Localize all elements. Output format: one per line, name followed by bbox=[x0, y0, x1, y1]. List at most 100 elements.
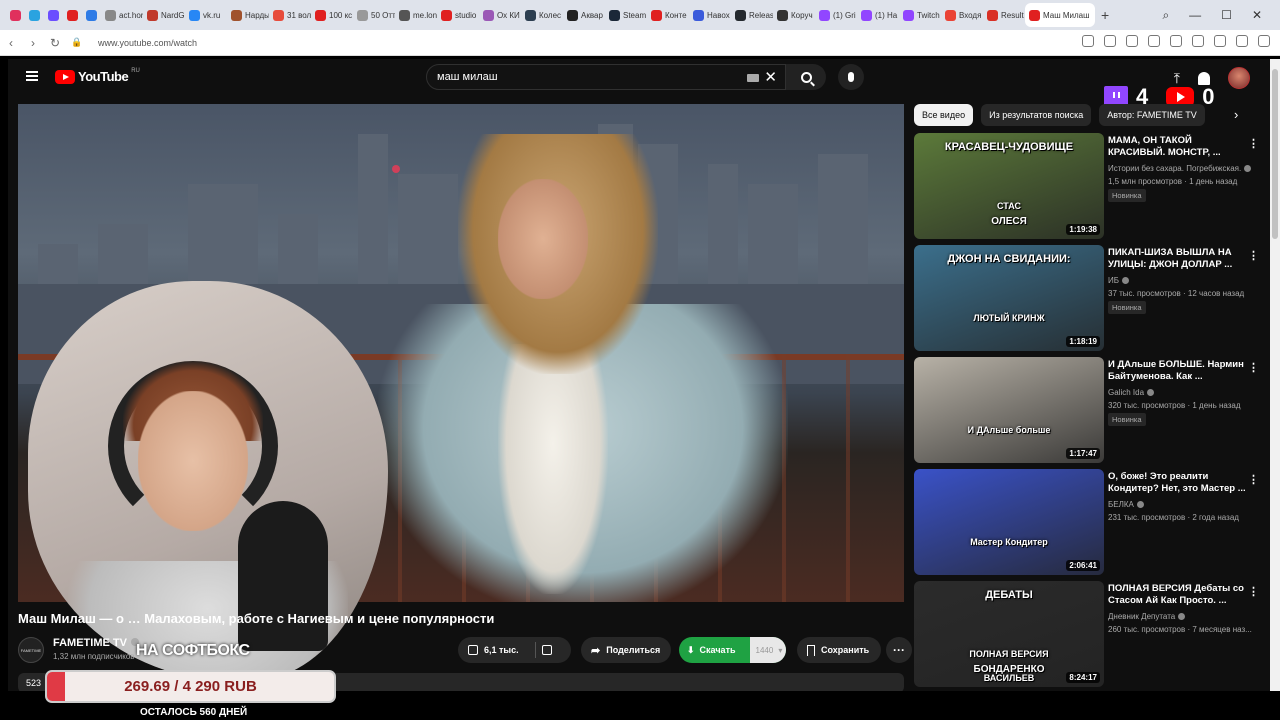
more-actions-button[interactable]: ··· bbox=[886, 637, 912, 663]
channel-avatar[interactable]: FAMETIME bbox=[18, 637, 44, 663]
download-button[interactable]: ⬇ Скачать 1440 ▾ bbox=[679, 637, 786, 663]
browser-tab[interactable]: 50 Отт bbox=[353, 3, 395, 27]
video-thumbnail[interactable]: Мастер Кондитер 2:06:41 bbox=[914, 469, 1104, 575]
browser-tab[interactable]: Навох bbox=[689, 3, 731, 27]
recommendation-title[interactable]: ПОЛНАЯ ВЕРСИЯ Дебаты со Стасом Ай Как Пр… bbox=[1108, 583, 1248, 607]
browser-tab[interactable]: NardG bbox=[143, 3, 185, 27]
browser-tab[interactable]: act.hor bbox=[101, 3, 143, 27]
browser-tab[interactable]: Колес bbox=[521, 3, 563, 27]
dislike-icon[interactable] bbox=[541, 645, 552, 655]
browser-tab[interactable]: Входя bbox=[941, 3, 983, 27]
minimize-button[interactable]: — bbox=[1189, 8, 1201, 22]
voice-search-button[interactable] bbox=[838, 64, 864, 90]
extension-icon[interactable] bbox=[1258, 35, 1270, 47]
recommendation-title[interactable]: МАМА, ОН ТАКОЙ КРАСИВЫЙ. МОНСТР, ... bbox=[1108, 135, 1248, 159]
browser-tab[interactable] bbox=[44, 3, 63, 27]
recommendation-item[interactable]: И ДАльше больше 1:17:47 И ДАльше БОЛЬШЕ.… bbox=[914, 357, 1264, 469]
recommendation-item[interactable]: Мастер Кондитер 2:06:41 О, боже! Это реа… bbox=[914, 469, 1264, 581]
search-button[interactable] bbox=[786, 64, 826, 90]
recommendation-channel[interactable]: ИБ bbox=[1108, 276, 1129, 285]
keyboard-icon[interactable] bbox=[747, 74, 759, 82]
extension-icon[interactable] bbox=[1082, 35, 1094, 47]
reload-button[interactable]: ↻ bbox=[44, 36, 66, 50]
recommendation-item[interactable]: КРАСАВЕЦ-ЧУДОВИЩЕ СТАС ОЛЕСЯ 1:19:38 МАМА… bbox=[914, 133, 1264, 245]
youtube-logo[interactable]: YouTube RU bbox=[55, 68, 140, 84]
recommendation-item[interactable]: ДЕБАТЫ ПОЛНАЯ ВЕРСИЯ БОНДАРЕНКО ВАСИЛЬЕВ 8… bbox=[914, 581, 1264, 691]
browser-tab[interactable]: (1) Gri bbox=[815, 3, 857, 27]
browser-tab[interactable]: Result bbox=[983, 3, 1025, 27]
extension-icon[interactable] bbox=[1214, 35, 1226, 47]
kebab-menu-icon[interactable]: ⋮ bbox=[1248, 585, 1259, 598]
filter-chip[interactable]: Все видео bbox=[914, 104, 974, 126]
filter-chip[interactable]: Из результатов поиска bbox=[981, 104, 1092, 126]
kebab-menu-icon[interactable]: ⋮ bbox=[1248, 137, 1259, 150]
video-thumbnail[interactable]: ДЕБАТЫ ПОЛНАЯ ВЕРСИЯ БОНДАРЕНКО ВАСИЛЬЕВ 8… bbox=[914, 581, 1104, 687]
browser-tab[interactable] bbox=[82, 3, 101, 27]
browser-tab[interactable]: Twitch bbox=[899, 3, 941, 27]
browser-tab[interactable]: Нарды bbox=[227, 3, 269, 27]
download-action[interactable]: ⬇ Скачать bbox=[679, 637, 744, 663]
extension-icon[interactable] bbox=[1192, 35, 1204, 47]
browser-tab[interactable]: 100 кс bbox=[311, 3, 353, 27]
browser-tab[interactable] bbox=[63, 3, 82, 27]
extension-icon[interactable] bbox=[1104, 35, 1116, 47]
recommendation-title[interactable]: И ДАльше БОЛЬШЕ. Нармин Байтуменова. Как… bbox=[1108, 359, 1248, 383]
browser-tab[interactable]: vk.ru bbox=[185, 3, 227, 27]
chips-next-icon[interactable]: › bbox=[1234, 107, 1238, 122]
save-button[interactable]: Сохранить bbox=[797, 637, 881, 663]
new-tab-button[interactable]: + bbox=[1095, 7, 1115, 23]
account-avatar[interactable] bbox=[1228, 67, 1250, 89]
browser-tab[interactable]: me.lon bbox=[395, 3, 437, 27]
extension-icon[interactable] bbox=[1126, 35, 1138, 47]
browser-tab[interactable]: Ох КИ bbox=[479, 3, 521, 27]
browser-tab[interactable] bbox=[25, 3, 44, 27]
close-window-button[interactable]: ✕ bbox=[1252, 8, 1262, 22]
browser-tab[interactable]: (1) На bbox=[857, 3, 899, 27]
browser-tab[interactable]: 31 вол bbox=[269, 3, 311, 27]
tab-active[interactable]: Маш Милаш bbox=[1025, 3, 1095, 27]
like-icon[interactable] bbox=[468, 645, 478, 655]
recommendation-channel[interactable]: Истории без сахара. Погребижская. bbox=[1108, 164, 1252, 173]
browser-tab[interactable]: Коруч bbox=[773, 3, 815, 27]
kebab-menu-icon[interactable]: ⋮ bbox=[1248, 361, 1259, 374]
extension-icon[interactable] bbox=[1148, 35, 1160, 47]
recommendation-channel[interactable]: Дневник Депутата bbox=[1108, 612, 1186, 621]
extension-icon[interactable] bbox=[1236, 35, 1248, 47]
video-duration: 2:06:41 bbox=[1066, 560, 1100, 571]
tab-search-icon[interactable]: ⌕ bbox=[1162, 8, 1169, 23]
video-thumbnail[interactable]: И ДАльше больше 1:17:47 bbox=[914, 357, 1104, 463]
browser-tab[interactable]: Releas bbox=[731, 3, 773, 27]
recommendation-channel[interactable]: БЕЛКА bbox=[1108, 500, 1144, 509]
kebab-menu-icon[interactable]: ⋮ bbox=[1248, 473, 1259, 486]
browser-tab[interactable]: Steam bbox=[605, 3, 647, 27]
extension-icon[interactable] bbox=[1170, 35, 1182, 47]
browser-tab[interactable] bbox=[6, 3, 25, 27]
clear-search-icon[interactable]: ✕ bbox=[764, 68, 777, 86]
video-thumbnail[interactable]: КРАСАВЕЦ-ЧУДОВИЩЕ СТАС ОЛЕСЯ 1:19:38 bbox=[914, 133, 1104, 239]
page-scrollbar[interactable] bbox=[1270, 59, 1280, 691]
browser-tab[interactable]: Аквар bbox=[563, 3, 605, 27]
youtube-logo-text: YouTube bbox=[78, 69, 129, 84]
browser-tab[interactable]: studio bbox=[437, 3, 479, 27]
filter-chip[interactable]: Автор: FAMETIME TV bbox=[1099, 104, 1205, 126]
share-button[interactable]: ➦ Поделиться bbox=[581, 637, 671, 663]
recommendation-channel[interactable]: Galich Ida bbox=[1108, 388, 1155, 397]
menu-icon[interactable] bbox=[26, 71, 38, 81]
recommendation-title[interactable]: ПИКАП-ШИЗА ВЫШЛА НА УЛИЦЫ: ДЖОН ДОЛЛАР .… bbox=[1108, 247, 1248, 271]
url-field[interactable]: www.youtube.com/watch bbox=[98, 38, 197, 48]
kebab-menu-icon[interactable]: ⋮ bbox=[1248, 249, 1259, 262]
scrollbar-thumb[interactable] bbox=[1272, 69, 1278, 239]
tab-label: Входя bbox=[959, 10, 982, 20]
search-input[interactable]: маш милаш ✕ bbox=[426, 64, 786, 90]
browser-tab[interactable]: Конте bbox=[647, 3, 689, 27]
like-count[interactable]: 6,1 тыс. bbox=[484, 645, 519, 655]
channel-name[interactable]: FAMETIME TV bbox=[53, 637, 139, 649]
video-thumbnail[interactable]: ДЖОН НА СВИДАНИИ: ЛЮТЫЙ КРИНЖ 1:18:19 bbox=[914, 245, 1104, 351]
forward-button[interactable]: › bbox=[22, 36, 44, 50]
recommendation-item[interactable]: ДЖОН НА СВИДАНИИ: ЛЮТЫЙ КРИНЖ 1:18:19 ПИ… bbox=[914, 245, 1264, 357]
bell-icon[interactable] bbox=[1198, 71, 1210, 85]
maximize-button[interactable]: ☐ bbox=[1221, 8, 1232, 22]
recommendation-title[interactable]: О, боже! Это реалити Кондитер? Нет, это … bbox=[1108, 471, 1248, 495]
back-button[interactable]: ‹ bbox=[0, 36, 22, 50]
quality-select[interactable]: 1440 ▾ bbox=[749, 637, 786, 663]
